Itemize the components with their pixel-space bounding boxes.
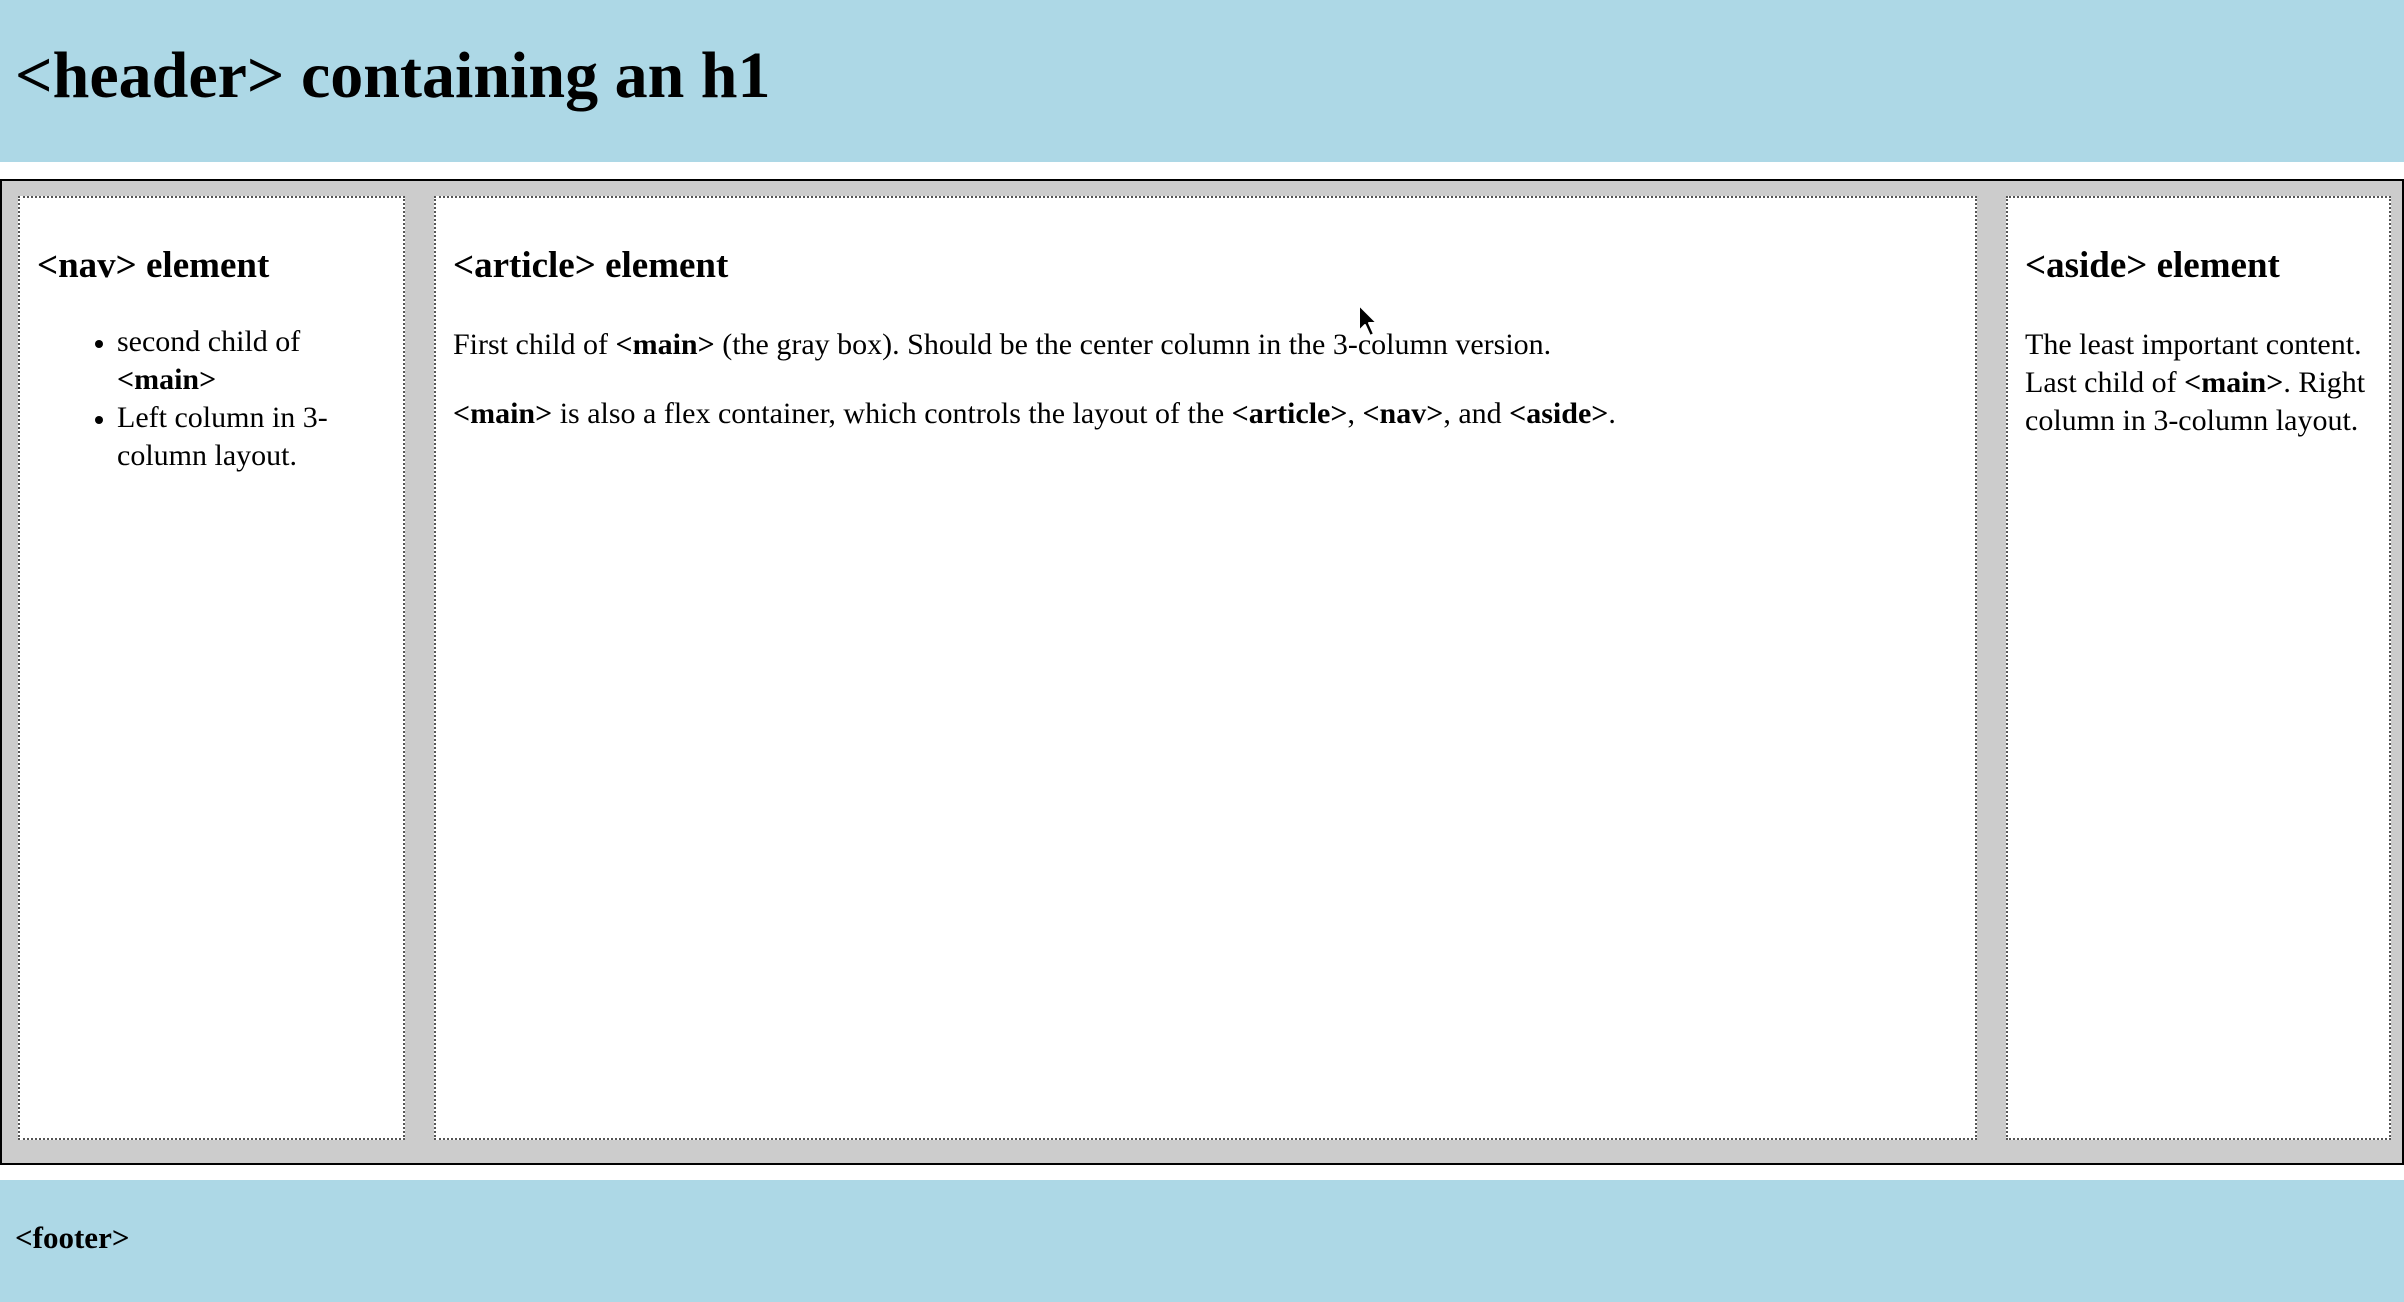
article-paragraph-2: <main> is also a flex container, which c… [453,395,1953,433]
article-p2-bold-article: <article> [1231,397,1348,430]
page: <header> containing an h1 <nav> element … [0,0,2404,1302]
article-p2-sep: , [1347,397,1363,430]
nav-column: <nav> element second child of <main> Lef… [18,196,405,1140]
aside-column: <aside> element The least important cont… [2006,196,2391,1140]
article-paragraph-1: First child of <main> (the gray box). Sh… [453,326,1953,364]
aside-heading: <aside> element [2025,245,2280,286]
article-column: <article> element First child of <main> … [434,196,1977,1140]
nav-item-text: second child of [117,325,301,358]
nav-list: second child of <main> Left column in 3-… [20,323,387,475]
article-p2-text: is also a flex container, which controls… [552,397,1232,430]
aside-bold: <main> [2184,366,2284,399]
page-header: <header> containing an h1 [0,0,2404,162]
article-p1-text: First child of [453,328,616,361]
article-p1-bold: <main> [615,328,715,361]
list-item: second child of <main> [117,323,387,399]
article-p2-bold-nav: <nav> [1362,397,1444,430]
main-flex-container: <nav> element second child of <main> Lef… [0,179,2404,1165]
nav-item-bold: <main> [117,363,217,396]
arrow-cursor-icon [1358,304,1378,337]
article-p2-sep-and: , and [1443,397,1510,430]
article-p2-bold-aside: <aside> [1509,397,1609,430]
page-title: <header> containing an h1 [15,39,771,112]
article-p2-bold-main: <main> [453,397,553,430]
article-heading: <article> element [453,245,729,286]
article-p2-end: . [1608,397,1616,430]
aside-paragraph: The least important content. Last child … [2025,326,2375,440]
list-item: Left column in 3-column layout. [117,399,387,475]
nav-heading: <nav> element [37,245,270,286]
footer-text: <footer> [15,1220,130,1255]
article-p1-text-end: (the gray box). Should be the center col… [714,328,1552,361]
page-footer: <footer> [0,1180,2404,1302]
nav-item-text: Left column in 3-column layout. [117,401,328,472]
